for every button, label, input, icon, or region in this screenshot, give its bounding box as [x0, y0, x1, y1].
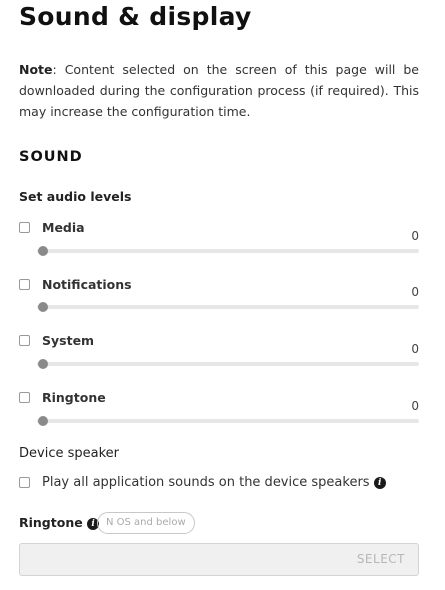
media-value: 0 [411, 229, 419, 243]
notifications-slider[interactable] [37, 302, 419, 312]
audio-levels-label: Set audio levels [19, 189, 132, 204]
note-text: : Content selected on the screen of this… [19, 62, 419, 119]
ringtone-level-value: 0 [411, 399, 419, 413]
system-label: System [42, 333, 95, 348]
select-button[interactable]: SELECT [357, 552, 405, 566]
ringtone-slider[interactable] [37, 416, 419, 426]
ringtone-slider-thumb[interactable] [38, 416, 48, 426]
media-checkbox[interactable] [19, 222, 30, 233]
media-slider[interactable] [37, 246, 419, 256]
config-note: Note: Content selected on the screen of … [19, 59, 419, 122]
device-speaker-option: Play all application sounds on the devic… [42, 475, 386, 490]
ringtone-label-text: Ringtone [19, 515, 83, 530]
os-version-badge: N OS and below [97, 512, 195, 534]
ringtone-level-label: Ringtone [42, 390, 106, 405]
page-title: Sound & display [19, 2, 252, 31]
device-speaker-label: Device speaker [19, 446, 119, 461]
media-label: Media [42, 220, 85, 235]
system-slider-thumb[interactable] [38, 359, 48, 369]
notifications-checkbox[interactable] [19, 279, 30, 290]
info-icon[interactable]: i [373, 477, 386, 489]
system-value: 0 [411, 342, 419, 356]
system-slider[interactable] [37, 359, 419, 369]
ringtone-select-box[interactable]: SELECT [19, 543, 419, 576]
note-label: Note [19, 62, 53, 77]
device-speaker-option-text: Play all application sounds on the devic… [42, 475, 370, 490]
notifications-label: Notifications [42, 277, 132, 292]
ringtone-label: Ringtone i [19, 515, 100, 530]
notifications-slider-thumb[interactable] [38, 302, 48, 312]
notifications-value: 0 [411, 285, 419, 299]
media-slider-thumb[interactable] [38, 246, 48, 256]
device-speaker-checkbox[interactable] [19, 477, 30, 488]
sound-section-title: SOUND [19, 149, 83, 165]
system-checkbox[interactable] [19, 335, 30, 346]
ringtone-level-checkbox[interactable] [19, 392, 30, 403]
